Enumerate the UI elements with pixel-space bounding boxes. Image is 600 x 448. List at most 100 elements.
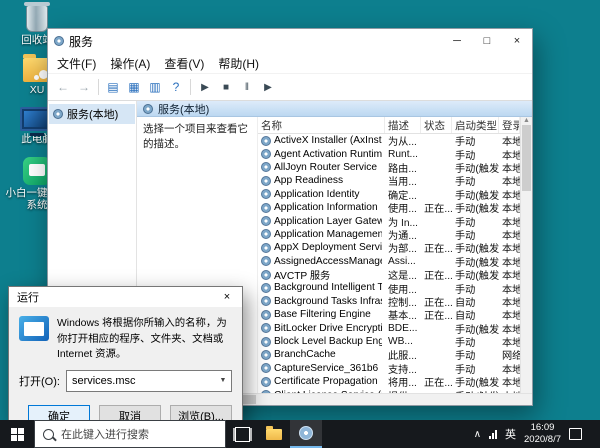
service-status: 正在... (424, 204, 452, 216)
start-button[interactable] (0, 420, 34, 448)
services-table: 名称 描述 状态 启动类型 登录为 (258, 117, 520, 393)
run-dialog: 运行 × Windows 将根据你所输入的名称，为你打开相应的程序、文件夹、文档… (8, 286, 243, 427)
stop-service-icon[interactable]: ■ (216, 77, 236, 97)
scrollbar-thumb[interactable] (522, 125, 531, 191)
service-gear-icon (261, 229, 271, 240)
service-gear-icon (261, 349, 271, 360)
minimize-button[interactable]: ─ (442, 29, 472, 53)
tree-item-label: 服务(本地) (67, 109, 119, 121)
service-status: 正在... (424, 271, 452, 283)
service-gear-icon (261, 269, 271, 280)
service-row[interactable]: Agent Activation Runtime... Runt... 手动 本… (258, 147, 520, 162)
service-row[interactable]: App Readiness 当用... 手动 本地系统 (258, 174, 520, 188)
menu-item[interactable]: 文件(F) (50, 53, 103, 74)
service-name: BitLocker Drive Encryptio... (274, 322, 382, 334)
column-header-description[interactable]: 描述 (385, 117, 421, 133)
search-placeholder: 在此键入进行搜索 (61, 429, 149, 441)
toolbar: ← → ▤ ▦ ▥? ▶ ■ ‖ ▶ (48, 74, 532, 101)
service-row[interactable]: Background Tasks Infras... 控制... 正在... 自… (258, 295, 520, 309)
toolbar-separator[interactable] (190, 79, 191, 95)
service-row[interactable]: AVCTP 服务 这是... 正在... 手动(触发... 本地服务 (258, 268, 520, 283)
service-row[interactable]: AssignedAccessManager... Assi... 手动(触发..… (258, 255, 520, 269)
service-row[interactable]: AppX Deployment Service... 为部... 正在... 手… (258, 241, 520, 256)
service-row[interactable]: BitLocker Drive Encryptio... BDE... 手动(触… (258, 321, 520, 336)
service-description: BDE... (388, 322, 418, 334)
service-status: 正在... (424, 244, 452, 256)
pane-header-label: 服务(本地) (158, 103, 210, 116)
service-row[interactable]: Background Intelligent T... 使用... 手动 本地系… (258, 281, 520, 296)
tree-item-services-local[interactable]: 服务(本地) (49, 104, 135, 124)
properties-icon[interactable]: ▦ (124, 77, 144, 97)
file-explorer-icon (266, 425, 282, 440)
service-name: Background Intelligent T... (274, 282, 382, 294)
scroll-up-icon[interactable]: ▲ (523, 117, 530, 124)
column-header-logon-as[interactable]: 登录为 (499, 117, 520, 133)
service-name: Certificate Propagation (274, 376, 378, 388)
back-icon[interactable]: ← (53, 77, 73, 97)
service-row[interactable]: AllJoyn Router Service 路由... 手动(触发... 本地… (258, 161, 520, 175)
service-description: 为部... (388, 244, 417, 256)
table-header: 名称 描述 状态 启动类型 登录为 (258, 117, 520, 134)
vertical-scrollbar[interactable]: ▲ (520, 117, 532, 393)
export-list-icon[interactable]: ▥ (145, 77, 165, 97)
service-name: AssignedAccessManager... (274, 255, 382, 267)
service-status: 正在... (424, 378, 452, 390)
hidden-icons-chevron-icon[interactable]: ∧ (474, 429, 481, 440)
start-service-icon[interactable]: ▶ (195, 77, 215, 97)
menu-item[interactable]: 帮助(H) (211, 53, 266, 74)
show-tree-icon[interactable]: ▤ (103, 77, 123, 97)
close-button[interactable]: × (502, 29, 532, 53)
maximize-button[interactable]: □ (472, 29, 502, 53)
service-row[interactable]: Block Level Backup Engi... WB... 手动 本地系统 (258, 335, 520, 349)
service-description: 基本... (388, 311, 417, 323)
taskbar-search[interactable]: 在此键入进行搜索 (34, 420, 226, 448)
window-title: 服务 (69, 34, 94, 49)
menu-item[interactable]: 查看(V) (157, 53, 211, 74)
menu-bar: 文件(F) 操作(A) 查看(V) 帮助(H) (48, 53, 532, 74)
service-row[interactable]: CaptureService_361b6 支持... 手动 本地系统 (258, 362, 520, 376)
service-description: WB... (388, 336, 413, 348)
pause-service-icon[interactable]: ‖ (237, 77, 257, 97)
service-gear-icon (261, 376, 271, 387)
service-name: AVCTP 服务 (274, 271, 331, 283)
run-titlebar[interactable]: 运行 × (9, 287, 242, 307)
service-description: Assi... (388, 255, 416, 267)
help-icon[interactable]: ? (166, 77, 186, 97)
windows-logo-icon (10, 427, 24, 441)
service-gear-icon (261, 216, 271, 227)
open-combobox[interactable]: services.msc ▼ (65, 369, 232, 392)
search-icon (43, 428, 54, 440)
network-icon[interactable] (489, 429, 498, 439)
desktop: 回收站 XU 此电脑 小白一键重装系统 服务 ─ □ × 文件(F)操作(A) (0, 0, 600, 448)
clock-date: 2020/8/7 (524, 434, 561, 445)
service-name: ActiveX Installer (AxInstSV) (274, 135, 382, 147)
forward-icon[interactable]: → (74, 77, 94, 97)
service-row[interactable]: Certificate Propagation 将用... 正在... 手动(触… (258, 375, 520, 390)
taskbar-clock[interactable]: 16:09 2020/8/7 (524, 422, 561, 447)
menu-item[interactable]: 操作(A) (103, 53, 157, 74)
service-row[interactable]: Application Information 使用... 正在... 手动(触… (258, 201, 520, 216)
toolbar-separator[interactable] (98, 79, 99, 95)
service-row[interactable]: ActiveX Installer (AxInstSV) 为从... 手动 本地… (258, 134, 520, 148)
service-row[interactable]: Application Identity 确定... 手动(触发... 本地服务 (258, 188, 520, 202)
service-gear-icon (261, 149, 271, 160)
column-header-status[interactable]: 状态 (421, 117, 452, 133)
service-row[interactable]: Application Layer Gateway... 为 In... 手动 … (258, 214, 520, 229)
restart-service-icon[interactable]: ▶ (258, 77, 278, 97)
service-gear-icon (261, 323, 271, 334)
services-taskbar-button[interactable] (290, 420, 322, 448)
ime-indicator[interactable]: 英 (505, 426, 516, 442)
file-explorer-button[interactable] (258, 420, 290, 448)
services-titlebar[interactable]: 服务 ─ □ × (48, 29, 532, 53)
service-row[interactable]: Application Management 为通... 手动 本地系统 (258, 228, 520, 242)
service-gear-icon (261, 309, 271, 320)
column-header-startup-type[interactable]: 启动类型 (452, 117, 499, 133)
service-row[interactable]: Base Filtering Engine 基本... 正在... 自动 本地服… (258, 308, 520, 323)
column-header-name[interactable]: 名称 (258, 117, 385, 133)
service-row[interactable]: BranchCache 此服... 手动 网络服务 (258, 348, 520, 362)
service-name: Application Information (274, 202, 378, 214)
close-icon[interactable]: × (212, 287, 242, 307)
notification-center-icon[interactable] (569, 428, 582, 440)
task-view-button[interactable] (226, 420, 258, 448)
chevron-down-icon[interactable]: ▼ (215, 371, 231, 391)
